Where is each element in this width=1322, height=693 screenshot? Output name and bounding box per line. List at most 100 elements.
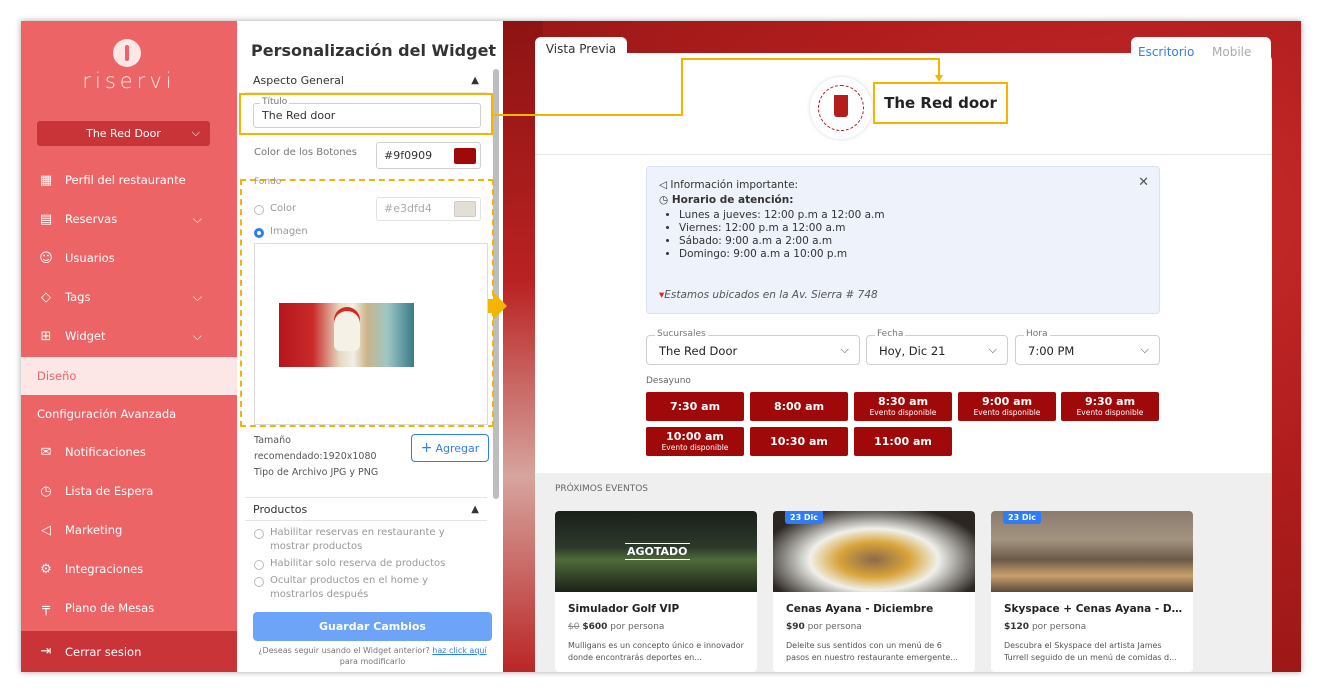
time-slot[interactable]: 8:30 am Evento disponible — [854, 392, 952, 421]
image-radio-label: Imagen — [270, 226, 308, 237]
add-image-label: Agregar — [435, 441, 480, 455]
sidebar-item-tags[interactable]: ◇ Tags ⌵ — [21, 278, 237, 316]
slot-event: Evento disponible — [869, 408, 937, 417]
location-value: Estamos ubicados en la Av. Sierra # 748 — [664, 289, 878, 301]
slot-event: Evento disponible — [1076, 408, 1144, 417]
old-widget-link[interactable]: haz click aquí — [432, 646, 486, 655]
event-old-price: $0 — [568, 622, 580, 632]
highlight-connector — [681, 58, 683, 116]
hours-title-text: Horario de atención: — [671, 194, 794, 206]
add-image-button[interactable]: + Agregar — [411, 434, 489, 462]
time-slot[interactable]: 9:00 am Evento disponible — [958, 392, 1056, 421]
user-icon: ☺ — [39, 250, 53, 266]
fecha-select[interactable]: Fecha Hoy, Dic 21 ⌵ — [866, 329, 1008, 365]
event-name: Cenas Ayana - Diciembre — [786, 603, 934, 615]
sidebar-item-lista-espera[interactable]: ◷ Lista de Espera — [21, 472, 237, 510]
event-price: $0 $600 por persona — [568, 622, 664, 632]
title-field[interactable]: Título The Red door — [253, 97, 481, 128]
tab-vista-previa[interactable]: Vista Previa — [535, 37, 627, 61]
sidebar-item-reservas[interactable]: ▤ Reservas ⌵ — [21, 200, 237, 238]
section-title: Aspecto General — [253, 74, 344, 87]
old-widget-suffix: para modificarlo — [339, 657, 406, 666]
event-price-value: $120 — [1004, 622, 1030, 632]
integrations-icon: ⚙ — [40, 561, 52, 577]
event-card[interactable]: 23 Dic Skyspace + Cenas Ayana - Diciembr… — [991, 511, 1193, 672]
chevron-up-icon: ▲ — [471, 75, 479, 86]
time-slot[interactable]: 11:00 am — [854, 427, 952, 456]
event-card[interactable]: 23 Dic Cenas Ayana - Diciembre $90 por p… — [773, 511, 975, 672]
time-slot[interactable]: 9:30 am Evento disponible — [1061, 392, 1159, 421]
background-color-value: #e3dfd4 — [384, 202, 432, 215]
time-slot[interactable]: 10:00 am Evento disponible — [646, 427, 744, 456]
sidebar-item-usuarios[interactable]: ☺ Usuarios — [21, 239, 237, 277]
fecha-label: Fecha — [875, 329, 906, 339]
sidebar: riservi The Red Door ⌵ ▦ Perfil del rest… — [21, 21, 237, 672]
sidebar-item-integraciones[interactable]: ⚙ Integraciones — [21, 550, 237, 588]
highlight-connector — [681, 58, 939, 60]
sucursal-select[interactable]: Sucursales The Red Door ⌵ — [646, 329, 860, 365]
section-productos[interactable]: Productos ▲ — [245, 497, 487, 521]
image-radio[interactable] — [254, 228, 264, 238]
sidebar-item-notificaciones[interactable]: ✉ Notificaciones — [21, 433, 237, 471]
file-type-label: Tipo de Archivo JPG y PNG — [254, 467, 379, 478]
product-option-1-label: Habilitar reservas en restaurante y most… — [270, 527, 445, 552]
sidebar-item-widget[interactable]: ⊞ Widget ⌵ — [21, 317, 237, 355]
sidebar-item-plano-mesas[interactable]: ╤ Plano de Mesas — [21, 589, 237, 627]
event-date-badge: 23 Dic — [785, 511, 824, 524]
time-slot[interactable]: 8:00 am — [750, 392, 848, 421]
highlight-connector — [491, 114, 683, 116]
logout-button[interactable]: ⇥ Cerrar sesion — [21, 631, 237, 672]
color-radio-label: Color — [270, 203, 297, 214]
section-aspecto-general[interactable]: Aspecto General ▲ — [245, 69, 487, 93]
color-radio[interactable] — [254, 205, 264, 215]
hours-item: Lunes a jueves: 12:00 p.m a 12:00 a.m — [679, 209, 885, 222]
slot-time: 8:30 am — [877, 395, 929, 408]
time-slot[interactable]: 7:30 am — [646, 392, 744, 421]
event-name: Skyspace + Cenas Ayana - Diciembre — [1004, 603, 1184, 615]
product-option-3-radio[interactable] — [254, 577, 264, 587]
slot-time: 11:00 am — [874, 434, 932, 448]
clock-icon: ◷ — [659, 194, 672, 206]
button-color-value: #9f0909 — [384, 149, 433, 162]
sold-out-label: AGOTADO — [625, 543, 690, 560]
background-color-field[interactable]: #e3dfd4 — [376, 197, 481, 221]
hora-select[interactable]: Hora 7:00 PM ⌵ — [1015, 329, 1160, 365]
beer-glass-icon — [834, 95, 848, 117]
button-color-field[interactable]: #9f0909 — [376, 142, 481, 169]
product-option-1-radio[interactable] — [254, 529, 264, 539]
tab-mobile[interactable]: Mobile — [1212, 45, 1251, 59]
save-changes-button[interactable]: Guardar Cambios — [253, 612, 492, 641]
tab-escritorio[interactable]: Escritorio — [1138, 45, 1194, 59]
hours-item: Sábado: 9:00 a.m a 2:00 a.m — [679, 235, 885, 248]
event-price-unit: por persona — [807, 622, 862, 632]
sidebar-item-label: Perfil del restaurante — [65, 173, 186, 187]
info-heading-text: Información importante: — [670, 179, 799, 191]
time-slot[interactable]: 10:30 am — [750, 427, 848, 456]
sidebar-item-label: Notificaciones — [65, 445, 146, 459]
restaurant-title: The Red door — [873, 82, 1008, 124]
title-field-value: The Red door — [262, 109, 336, 122]
mail-icon: ✉ — [40, 444, 52, 460]
restaurant-select[interactable]: The Red Door ⌵ — [37, 121, 210, 146]
sidebar-item-label: Integraciones — [65, 562, 144, 576]
slot-time: 8:00 am — [773, 399, 825, 413]
meal-label: Desayuno — [646, 376, 691, 386]
close-icon[interactable]: ✕ — [1138, 175, 1149, 190]
hours-title: ◷ Horario de atención: — [659, 194, 793, 206]
hours-item: Viernes: 12:00 p.m a 12:00 a.m — [679, 222, 885, 235]
highlight-connector — [938, 58, 940, 76]
sidebar-item-diseno[interactable]: Diseño — [21, 357, 237, 395]
background-color-swatch[interactable] — [454, 201, 476, 217]
sidebar-item-perfil[interactable]: ▦ Perfil del restaurante — [21, 161, 237, 199]
event-card[interactable]: AGOTADO Simulador Golf VIP $0 $600 por p… — [555, 511, 757, 672]
product-option-2-radio[interactable] — [254, 560, 264, 570]
event-description: Deleite sus sentidos con un menú de 6 pa… — [786, 641, 958, 662]
button-color-label: Color de los Botones — [254, 147, 357, 158]
button-color-swatch[interactable] — [454, 148, 476, 164]
event-price: $120 por persona — [1004, 622, 1086, 632]
slot-event: Evento disponible — [661, 443, 729, 452]
chevron-down-icon: ⌵ — [192, 211, 202, 226]
sidebar-item-configuracion[interactable]: Configuración Avanzada — [21, 395, 237, 433]
chevron-down-icon: ⌵ — [988, 343, 997, 356]
sidebar-item-marketing[interactable]: ◁ Marketing — [21, 511, 237, 549]
